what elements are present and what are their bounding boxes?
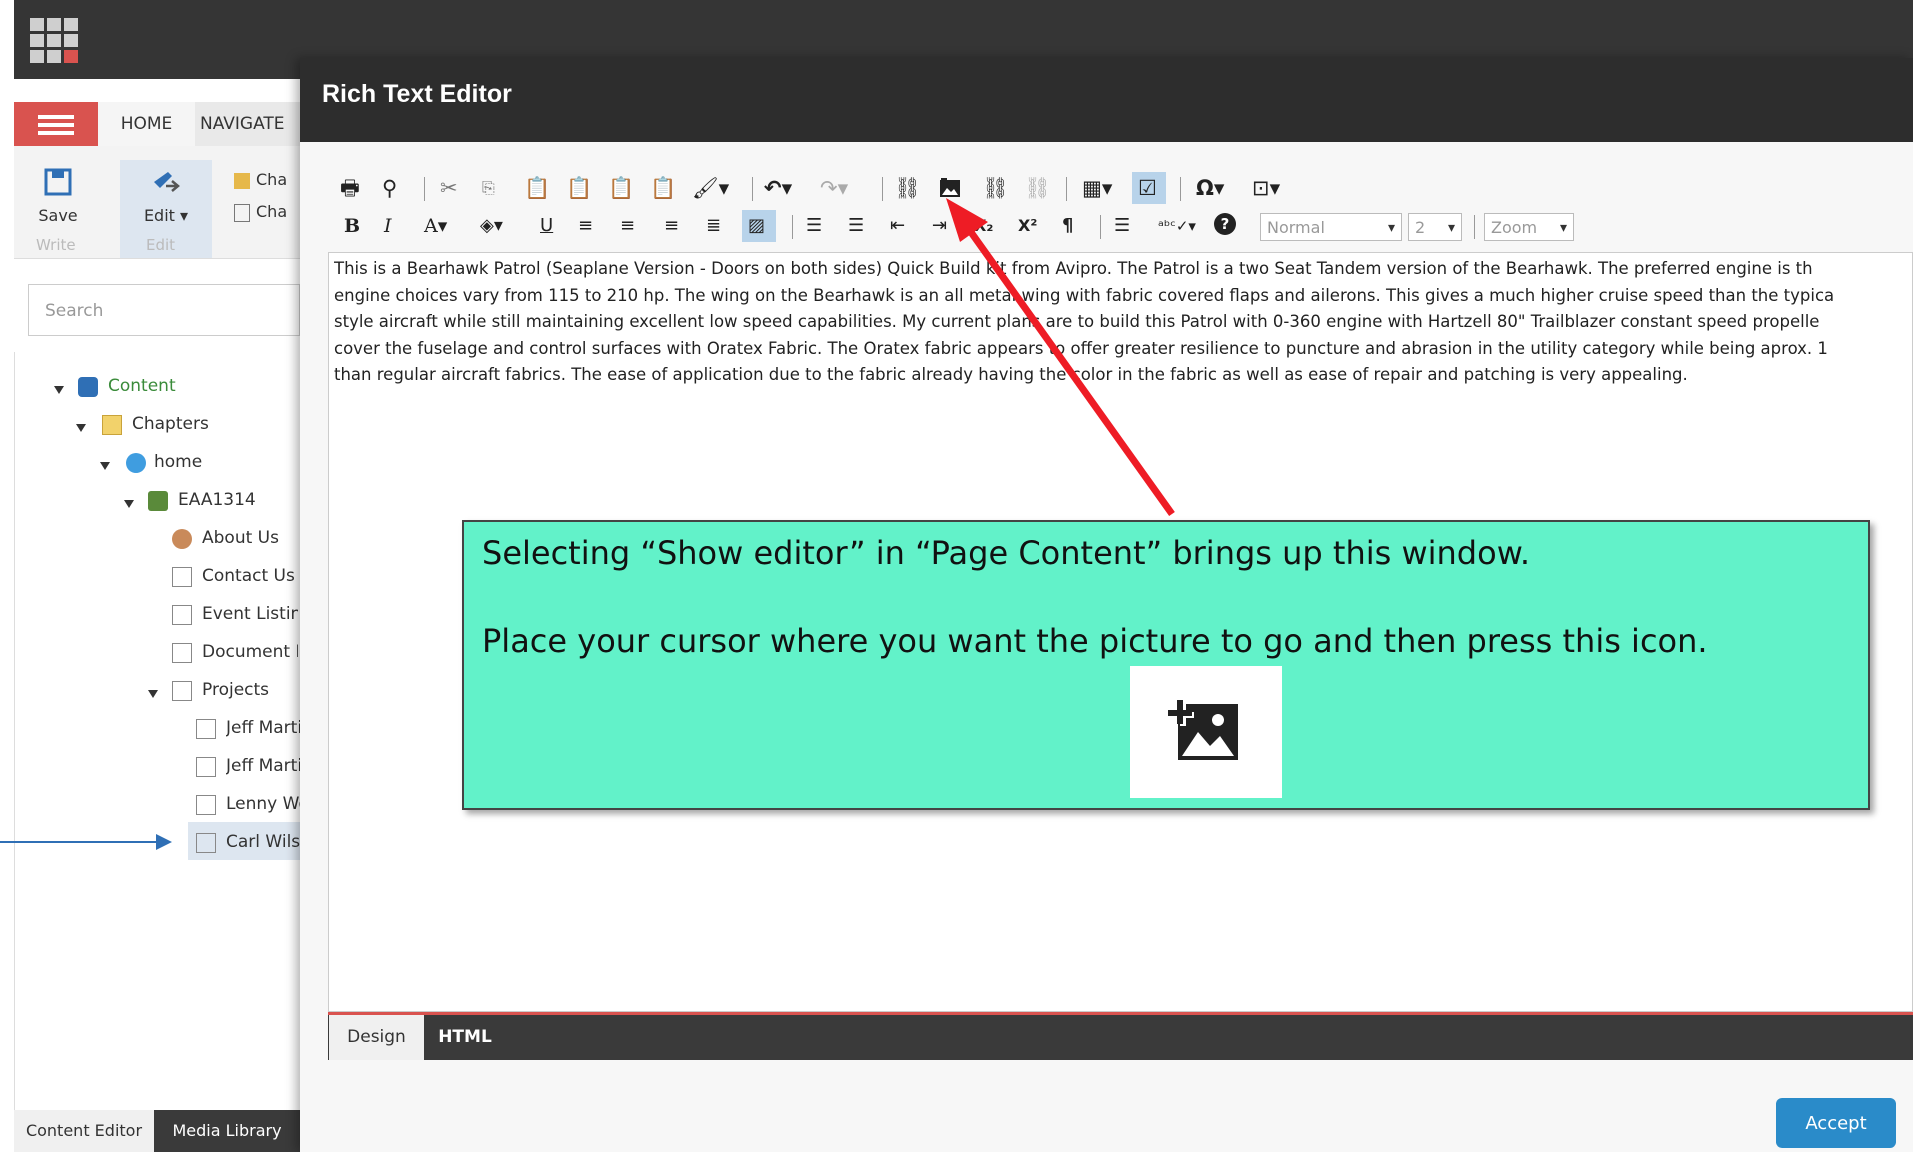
- annotation-red-arrow: [946, 198, 1175, 517]
